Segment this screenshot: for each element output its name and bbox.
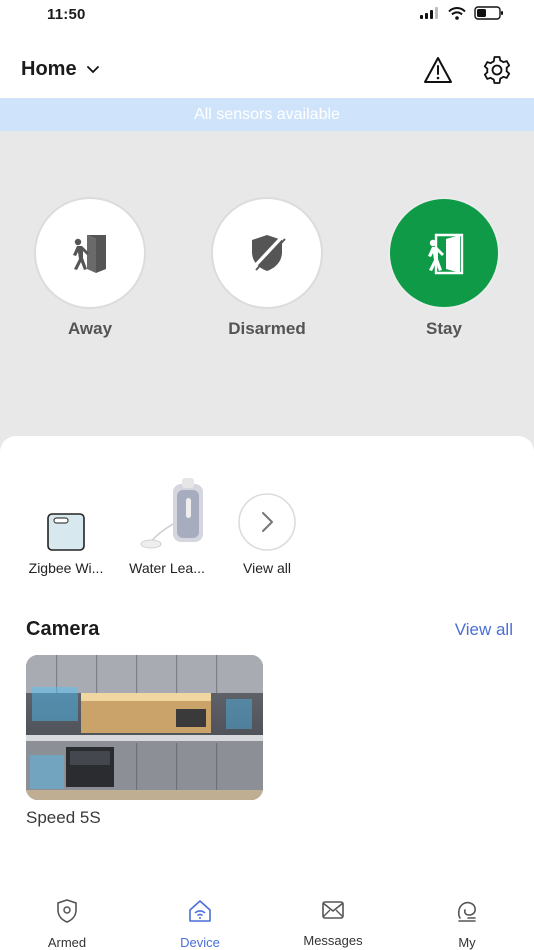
- tab-label: My: [458, 935, 476, 950]
- shield-off-icon: [251, 235, 286, 271]
- camera-section-title: Camera: [26, 618, 100, 640]
- device-water-leak[interactable]: Water Lea...: [122, 478, 212, 576]
- tab-label: Messages: [303, 933, 363, 948]
- view-all-circle: [222, 478, 312, 552]
- mode-away-button[interactable]: Away: [32, 197, 148, 339]
- status-icons: [420, 6, 504, 20]
- mode-disarmed-circle: [211, 197, 323, 309]
- water-leak-sensor-image: [122, 478, 212, 552]
- camera-name: Speed 5S: [26, 808, 101, 827]
- device-view-all[interactable]: View all: [222, 478, 312, 576]
- cellular-signal-icon: [420, 7, 438, 19]
- gear-icon: [483, 56, 511, 84]
- camera-view-all-link[interactable]: View all: [455, 620, 513, 640]
- zigbee-switch-image: [21, 478, 111, 552]
- tab-label: Device: [180, 935, 220, 950]
- mode-away-label: Away: [67, 319, 113, 338]
- envelope-icon: [322, 901, 344, 919]
- tab-device[interactable]: Device: [155, 898, 245, 950]
- warning-icon: [424, 57, 452, 83]
- status-time: 11:50: [47, 6, 86, 23]
- mode-stay-label: Stay: [426, 319, 462, 338]
- device-label: Zigbee Wi...: [28, 560, 104, 576]
- kitchen-preview-image: [26, 655, 263, 800]
- shield-gear-icon: [57, 899, 77, 923]
- mode-away-circle: [34, 197, 146, 309]
- stay-door-icon: [428, 233, 464, 275]
- device-label: View all: [243, 560, 291, 576]
- home-title: Home: [21, 58, 77, 80]
- mode-stay-button[interactable]: Stay: [386, 197, 502, 339]
- profile-icon: [457, 901, 476, 922]
- alert-button[interactable]: [420, 52, 456, 88]
- security-mode-panel: Away Disarmed Stay: [0, 131, 534, 461]
- camera-thumbnail[interactable]: [26, 655, 263, 800]
- away-door-icon: [73, 235, 106, 273]
- tab-armed[interactable]: Armed: [22, 898, 112, 950]
- mode-disarmed-label: Disarmed: [228, 319, 306, 338]
- tab-label: Armed: [47, 935, 87, 950]
- mode-stay-circle: [388, 197, 500, 309]
- tab-my[interactable]: My: [422, 898, 512, 950]
- battery-icon: [474, 6, 503, 20]
- tab-messages[interactable]: Messages: [288, 898, 378, 948]
- device-zigbee[interactable]: Zigbee Wi...: [21, 478, 111, 576]
- sensor-status-banner: All sensors available: [0, 98, 534, 131]
- sensor-status-text: All sensors available: [194, 105, 340, 123]
- device-label: Water Lea...: [129, 560, 205, 576]
- settings-button[interactable]: [479, 52, 515, 88]
- chevron-down-icon: [86, 65, 99, 73]
- bottom-tab-bar: Armed Device Messages My: [0, 890, 534, 950]
- mode-disarmed-button[interactable]: Disarmed: [209, 197, 325, 339]
- home-selector[interactable]: Home: [21, 58, 99, 81]
- home-wifi-icon: [189, 900, 211, 922]
- wifi-icon: [448, 6, 466, 20]
